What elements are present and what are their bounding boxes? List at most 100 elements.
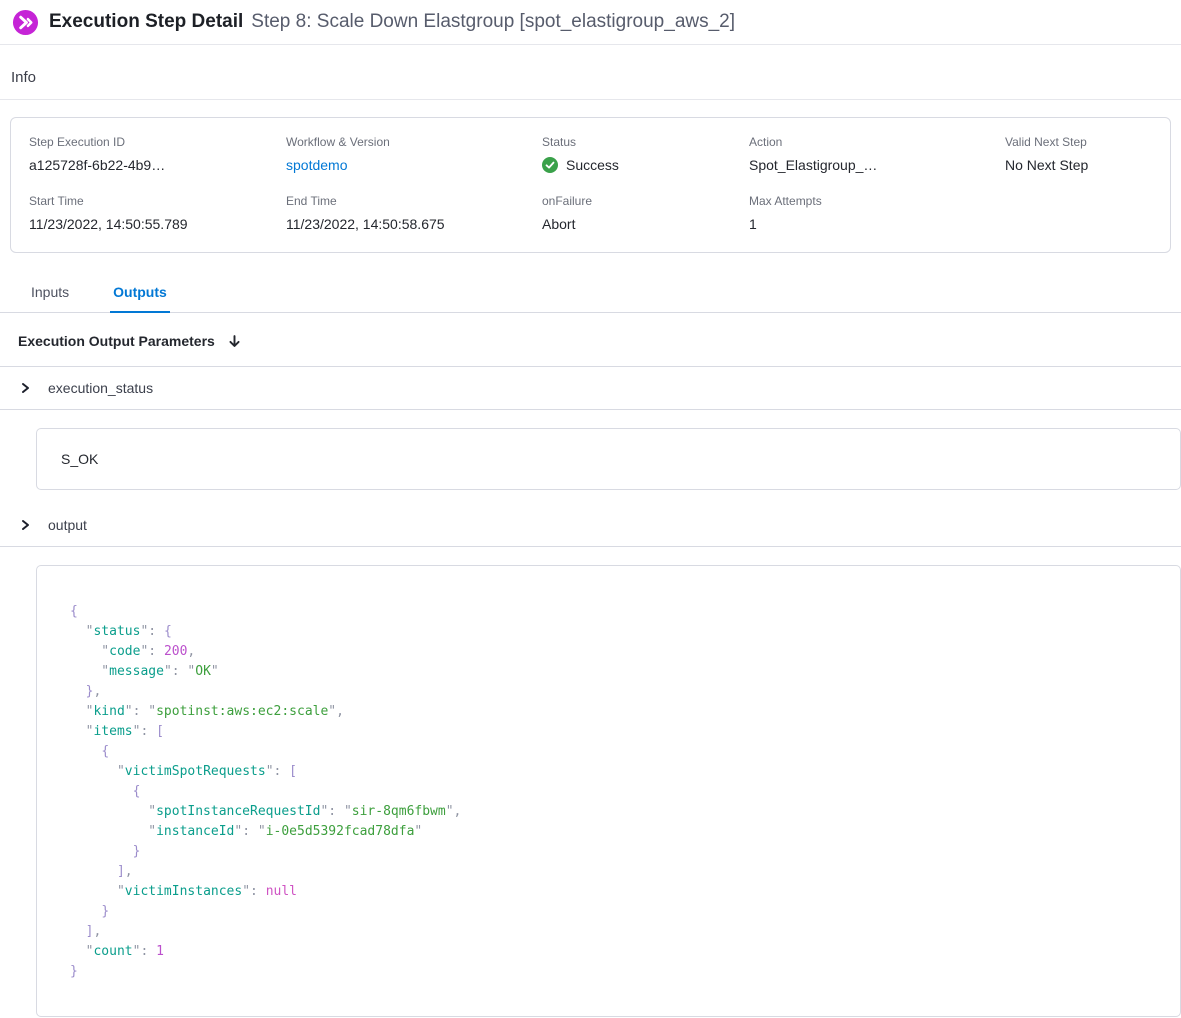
field-label: Max Attempts — [749, 194, 1005, 208]
field-onfailure: onFailure Abort — [542, 194, 749, 232]
code-line: "message": "OK" — [70, 662, 1156, 682]
code-token: victimInstances — [125, 884, 242, 899]
code-token: instanceId — [156, 824, 234, 839]
code-token: sir-8qm6fbwm — [352, 804, 446, 819]
page-title: Execution Step Detail — [49, 11, 243, 33]
code-token: " — [70, 824, 156, 839]
code-token: i-0e5d5392fcad78dfa — [266, 824, 415, 839]
code-token: ": " — [125, 704, 156, 719]
code-token: " — [70, 704, 93, 719]
code-line: "items": [ — [70, 722, 1156, 742]
code-token: kind — [93, 704, 124, 719]
field-start-time: Start Time 11/23/2022, 14:50:55.789 — [29, 194, 286, 232]
code-token: } — [70, 964, 78, 979]
code-token: " — [70, 644, 109, 659]
code-token: { — [70, 604, 78, 619]
code-token: ": — [266, 764, 289, 779]
code-token: " — [70, 624, 93, 639]
code-token — [70, 784, 133, 799]
code-line: "count": 1 — [70, 942, 1156, 962]
workflow-link[interactable]: spotdemo — [286, 157, 542, 173]
code-line: { — [70, 742, 1156, 762]
code-token: ": " — [234, 824, 265, 839]
code-line: "victimSpotRequests": [ — [70, 762, 1156, 782]
field-workflow-version: Workflow & Version spotdemo — [286, 135, 542, 173]
param-name: execution_status — [48, 380, 153, 396]
code-token — [70, 684, 86, 699]
code-token: [ — [156, 724, 164, 739]
field-label: Step Execution ID — [29, 135, 286, 149]
code-token: " — [70, 664, 109, 679]
arrow-down-icon[interactable] — [227, 334, 242, 349]
code-token: { — [133, 784, 141, 799]
field-label: Start Time — [29, 194, 286, 208]
field-label: Workflow & Version — [286, 135, 542, 149]
code-token — [70, 924, 86, 939]
param-name: output — [48, 517, 87, 533]
code-token: } — [101, 904, 109, 919]
code-token: ": " — [164, 664, 195, 679]
code-token: count — [93, 944, 132, 959]
code-line: "victimInstances": null — [70, 882, 1156, 902]
field-value: No Next Step — [1005, 157, 1152, 173]
code-token: items — [93, 724, 132, 739]
code-token: " — [70, 724, 93, 739]
code-token: ": — [140, 644, 163, 659]
code-line: ], — [70, 862, 1156, 882]
code-token: spotInstanceRequestId — [156, 804, 320, 819]
code-token: code — [109, 644, 140, 659]
field-value: 11/23/2022, 14:50:55.789 — [29, 216, 286, 232]
code-line: "code": 200, — [70, 642, 1156, 662]
code-line: }, — [70, 682, 1156, 702]
field-status: Status Success — [542, 135, 749, 173]
code-token — [70, 744, 101, 759]
param-row-output[interactable]: output — [0, 504, 1181, 547]
tab-outputs[interactable]: Outputs — [110, 280, 170, 313]
code-token: ": — [133, 944, 156, 959]
tab-inputs[interactable]: Inputs — [28, 280, 72, 312]
field-label: Action — [749, 135, 1005, 149]
code-token — [70, 904, 101, 919]
code-token: null — [266, 884, 297, 899]
code-line: "spotInstanceRequestId": "sir-8qm6fbwm", — [70, 802, 1156, 822]
status-text: Success — [566, 157, 619, 173]
code-line: "kind": "spotinst:aws:ec2:scale", — [70, 702, 1156, 722]
code-token: " — [70, 804, 156, 819]
code-token: " — [70, 884, 125, 899]
code-token: 1 — [156, 944, 164, 959]
code-token: [ — [289, 764, 297, 779]
status-badge: Success — [542, 157, 749, 173]
field-step-execution-id: Step Execution ID a125728f-6b22-4b9… — [29, 135, 286, 173]
field-label: Valid Next Step — [1005, 135, 1152, 149]
code-token: ] — [117, 864, 125, 879]
chevron-right-icon[interactable] — [19, 519, 31, 531]
field-value: Spot_Elastigroup_… — [749, 157, 1005, 173]
field-value: 11/23/2022, 14:50:58.675 — [286, 216, 542, 232]
code-token: ": — [242, 884, 265, 899]
code-token — [70, 864, 117, 879]
code-token: ", — [446, 804, 462, 819]
code-token: ": — [133, 724, 156, 739]
param-row-execution-status[interactable]: execution_status — [0, 367, 1181, 410]
field-value: Abort — [542, 216, 749, 232]
chevron-right-icon[interactable] — [19, 382, 31, 394]
tab-bar: Inputs Outputs — [0, 280, 1181, 313]
code-line: "instanceId": "i-0e5d5392fcad78dfa" — [70, 822, 1156, 842]
field-value: a125728f-6b22-4b9… — [29, 157, 286, 173]
code-line: { — [70, 782, 1156, 802]
code-line: } — [70, 842, 1156, 862]
field-label: Status — [542, 135, 749, 149]
code-token: status — [93, 624, 140, 639]
code-token: , — [93, 924, 101, 939]
code-token: OK — [195, 664, 211, 679]
page-header: Execution Step Detail Step 8: Scale Down… — [0, 0, 1181, 45]
output-parameters-header: Execution Output Parameters — [0, 313, 1181, 367]
success-check-icon — [542, 157, 558, 173]
field-end-time: End Time 11/23/2022, 14:50:58.675 — [286, 194, 542, 232]
output-json-box: { "status": { "code": 200, "message": "O… — [36, 565, 1181, 1017]
code-token: } — [133, 844, 141, 859]
code-token: , — [187, 644, 195, 659]
code-line: } — [70, 902, 1156, 922]
code-token: " — [211, 664, 219, 679]
info-section-label: Info — [0, 45, 1181, 100]
